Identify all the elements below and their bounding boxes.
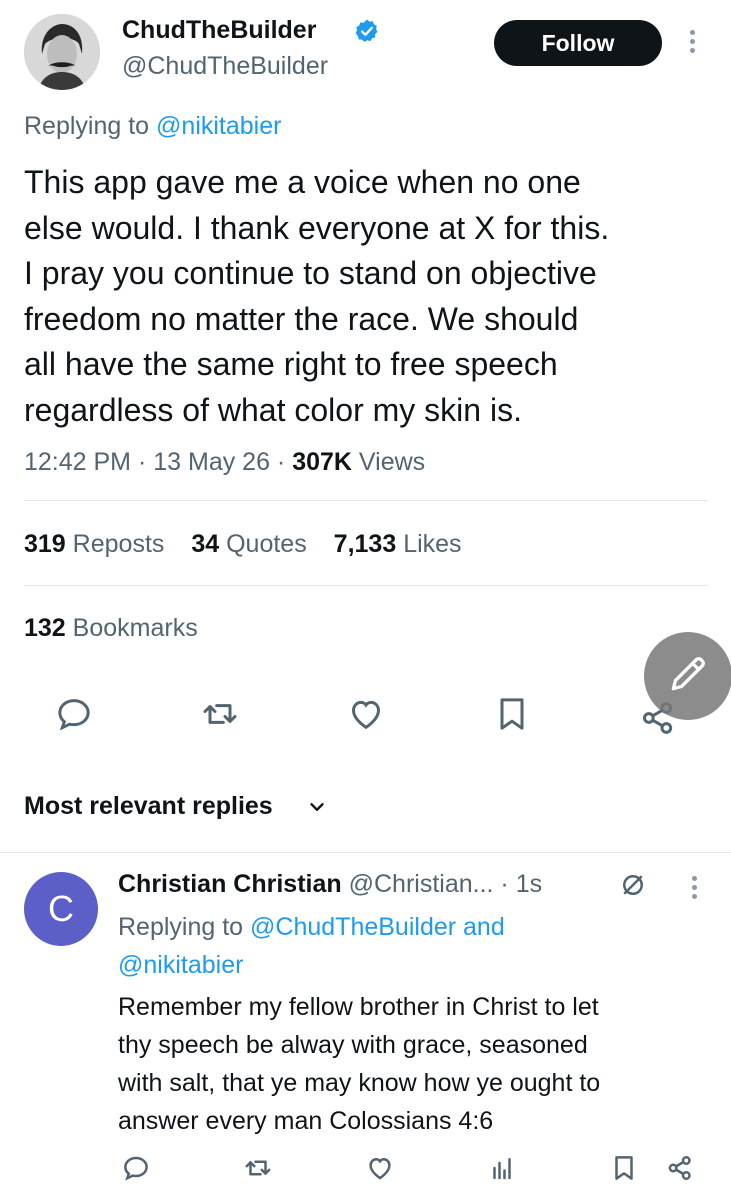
tweet-meta: 12:42 PM · 13 May 26 · 307K Views <box>24 448 426 476</box>
engagement-stats: 319 Reposts 34 Quotes 7,133 Likes <box>24 530 482 559</box>
reply-header: Christian Christian @Christian... · 1s <box>118 870 542 899</box>
reply-mention-and: and <box>456 913 505 941</box>
reposts-stat[interactable]: 319 Reposts <box>24 530 164 558</box>
reply-like-icon[interactable] <box>362 1150 398 1186</box>
author-display-name[interactable]: ChudTheBuilder <box>122 16 316 45</box>
replies-sort-dropdown[interactable]: Most relevant replies <box>24 792 273 821</box>
reply-mention-1[interactable]: @ChudTheBuilder <box>250 913 456 941</box>
replying-to-mention[interactable]: @nikitabier <box>156 112 281 140</box>
reply-time[interactable]: 1s <box>516 870 542 898</box>
replying-to: Replying to @nikitabier <box>24 112 281 141</box>
reply-display-name[interactable]: Christian Christian <box>118 870 342 898</box>
grok-icon[interactable] <box>618 870 648 900</box>
quotes-label: Quotes <box>226 530 307 558</box>
reposts-count: 319 <box>24 530 66 558</box>
reply-repost-icon[interactable] <box>240 1150 276 1186</box>
reply-replying-to: Replying to @ChudTheBuilder and @nikitabi… <box>118 908 678 984</box>
reply-mention-2[interactable]: @nikitabier <box>118 951 243 979</box>
author-avatar[interactable] <box>24 14 100 90</box>
divider <box>0 852 731 853</box>
quotes-stat[interactable]: 34 Quotes <box>191 530 306 558</box>
reply-handle[interactable]: @Christian... <box>349 870 494 898</box>
likes-label: Likes <box>403 530 462 558</box>
tweet-date[interactable]: 13 May 26 <box>153 448 270 476</box>
verified-badge-icon <box>354 18 380 44</box>
reply-share-icon[interactable] <box>662 1150 698 1186</box>
reply-bookmark-icon[interactable] <box>606 1150 642 1186</box>
reposts-label: Reposts <box>72 530 165 558</box>
compose-icon <box>666 652 710 701</box>
divider <box>24 500 708 501</box>
chevron-down-icon[interactable] <box>306 796 328 818</box>
like-icon[interactable] <box>344 692 388 736</box>
reply-more-options-icon[interactable] <box>686 876 702 904</box>
views-label: Views <box>358 448 426 476</box>
replying-to-prefix: Replying to <box>24 112 157 140</box>
tweet-time[interactable]: 12:42 PM <box>24 448 131 476</box>
reply-replying-prefix: Replying to <box>118 913 251 941</box>
bookmarks-count: 132 <box>24 614 66 642</box>
follow-button[interactable]: Follow <box>494 20 662 66</box>
bookmarks-label: Bookmarks <box>72 614 198 642</box>
divider <box>24 585 708 586</box>
quotes-count: 34 <box>191 530 220 558</box>
bookmark-icon[interactable] <box>490 692 534 736</box>
likes-count: 7,133 <box>333 530 397 558</box>
tweet-text: This app gave me a voice when no one els… <box>24 164 610 428</box>
reply-text: Remember my fellow brother in Christ to … <box>118 993 601 1135</box>
more-options-icon[interactable] <box>684 30 700 58</box>
compose-fab[interactable] <box>644 632 731 720</box>
author-handle[interactable]: @ChudTheBuilder <box>122 52 328 81</box>
reply-author-avatar[interactable]: C <box>24 872 98 946</box>
reply-sep: · <box>493 870 516 898</box>
reply-reply-icon[interactable] <box>118 1150 154 1186</box>
views-count: 307K <box>292 448 352 476</box>
repost-icon[interactable] <box>198 692 242 736</box>
bookmarks-stat[interactable]: 132 Bookmarks <box>24 614 198 643</box>
reply-analytics-icon[interactable] <box>484 1150 520 1186</box>
likes-stat[interactable]: 7,133 Likes <box>334 530 462 558</box>
reply-icon[interactable] <box>52 692 96 736</box>
